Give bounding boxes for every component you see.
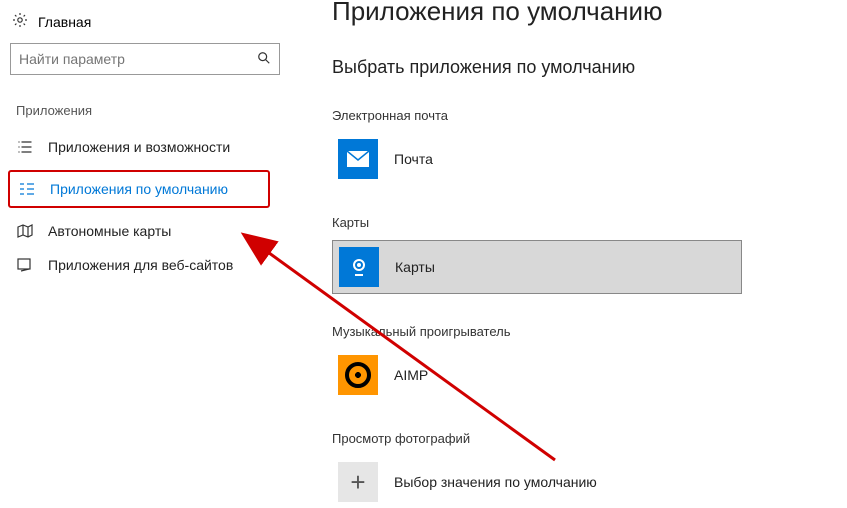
group-photos-label: Просмотр фотографий [332,431,831,446]
group-music-label: Музыкальный проигрыватель [332,324,831,339]
sidebar-section-title: Приложения [16,103,300,118]
group-email-label: Электронная почта [332,108,831,123]
list-icon [16,140,34,154]
web-apps-icon [16,258,34,272]
defaults-icon [18,182,36,196]
group-maps-label: Карты [332,215,831,230]
home-label: Главная [38,14,91,30]
map-icon [16,224,34,238]
default-app-music[interactable]: AIMP [332,349,742,401]
app-name: Почта [394,151,433,167]
page-title: Приложения по умолчанию [332,0,831,27]
app-name: Выбор значения по умолчанию [394,474,597,490]
sidebar-item-label: Приложения для веб-сайтов [48,257,233,273]
home-link[interactable]: Главная [8,8,300,43]
sidebar: Главная Приложения Приложения и возможно… [0,0,300,508]
sidebar-item-apps-websites[interactable]: Приложения для веб-сайтов [8,248,270,282]
plus-icon: + [338,462,378,502]
sidebar-item-default-apps[interactable]: Приложения по умолчанию [8,170,270,208]
app-name: AIMP [394,367,428,383]
aimp-icon [338,355,378,395]
sidebar-item-label: Автономные карты [48,223,171,239]
main-content: Приложения по умолчанию Выбрать приложен… [300,0,847,508]
search-field[interactable] [19,51,257,67]
gear-icon [12,12,28,31]
sidebar-item-offline-maps[interactable]: Автономные карты [8,214,270,248]
default-app-email[interactable]: Почта [332,133,742,185]
default-app-photos[interactable]: + Выбор значения по умолчанию [332,456,742,508]
app-name: Карты [395,259,435,275]
search-icon [257,51,271,68]
mail-icon [338,139,378,179]
maps-icon [339,247,379,287]
search-input[interactable] [10,43,280,75]
page-subtitle: Выбрать приложения по умолчанию [332,57,831,78]
sidebar-item-apps-features[interactable]: Приложения и возможности [8,130,270,164]
sidebar-item-label: Приложения по умолчанию [50,181,228,197]
sidebar-item-label: Приложения и возможности [48,139,230,155]
default-app-maps[interactable]: Карты [332,240,742,294]
